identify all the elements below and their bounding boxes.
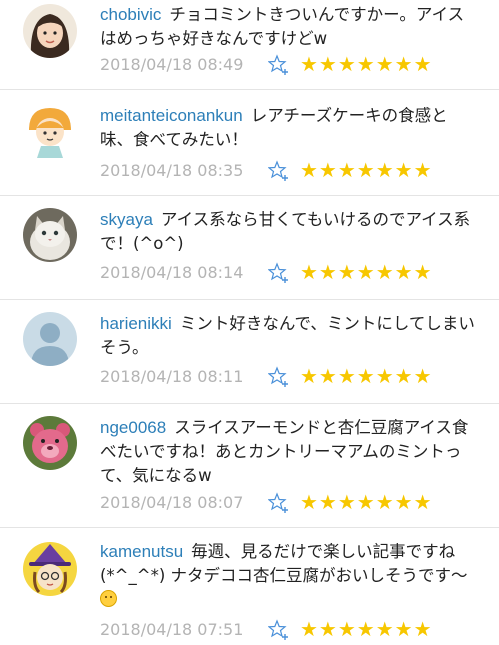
avatar-pink-bear-icon[interactable] <box>23 416 77 470</box>
add-star-icon[interactable] <box>267 54 290 76</box>
timestamp: 2018/04/18 08:35 <box>100 161 244 180</box>
smiley-emoji-icon <box>100 590 117 607</box>
add-star-icon[interactable] <box>267 366 290 388</box>
comment-item: meitanteiconankun レアチーズケーキの食感と味、食べてみたい！ 2… <box>0 90 499 196</box>
comment-body: アイス系なら甘くてもいけるのでアイス系で！(^o^) <box>100 210 471 253</box>
comment-text: skyaya アイス系なら甘くてもいけるのでアイス系で！(^o^) <box>100 208 478 256</box>
username-link[interactable]: kamenutsu <box>100 542 183 561</box>
star-rating: ★★★★★★★ <box>300 364 433 388</box>
star-rating: ★★★★★★★ <box>300 158 433 182</box>
add-star-icon[interactable] <box>267 160 290 182</box>
username-link[interactable]: chobivic <box>100 5 161 24</box>
timestamp: 2018/04/18 08:11 <box>100 367 244 386</box>
avatar-witch-icon[interactable] <box>23 542 77 596</box>
username-link[interactable]: nge0068 <box>100 418 166 437</box>
star-rating: ★★★★★★★ <box>300 617 433 641</box>
comment-text: nge0068 スライスアーモンドと杏仁豆腐アイス食べたいですね！あとカントリーマ… <box>100 416 478 488</box>
avatar-default-icon[interactable] <box>23 312 77 366</box>
avatar-cat-icon[interactable] <box>23 208 77 262</box>
timestamp: 2018/04/18 08:14 <box>100 263 244 282</box>
comment-item: kamenutsu 毎週、見るだけで楽しい記事ですね(*^_^*) ナタデココ杏仁… <box>0 528 499 640</box>
comment-item: chobivic チョコミントきついんですかー。アイスはめっちゃ好きなんですけどw… <box>0 0 499 90</box>
star-rating: ★★★★★★★ <box>300 490 433 514</box>
add-star-icon[interactable] <box>267 492 290 514</box>
comment-item: harienikki ミント好きなんで、ミントにしてしまいそう。 2018/04/… <box>0 300 499 404</box>
avatar-girl-icon[interactable] <box>23 4 77 58</box>
add-star-icon[interactable] <box>267 619 290 641</box>
username-link[interactable]: skyaya <box>100 210 153 229</box>
star-rating: ★★★★★★★ <box>300 52 433 76</box>
username-link[interactable]: meitanteiconankun <box>100 106 243 125</box>
comment-item: nge0068 スライスアーモンドと杏仁豆腐アイス食べたいですね！あとカントリーマ… <box>0 404 499 528</box>
comment-text: harienikki ミント好きなんで、ミントにしてしまいそう。 <box>100 312 478 360</box>
timestamp: 2018/04/18 08:07 <box>100 493 244 512</box>
add-star-icon[interactable] <box>267 262 290 284</box>
comment-text: kamenutsu 毎週、見るだけで楽しい記事ですね(*^_^*) ナタデココ杏仁… <box>100 540 478 612</box>
timestamp: 2018/04/18 07:51 <box>100 620 244 639</box>
timestamp: 2018/04/18 08:49 <box>100 55 244 74</box>
star-rating: ★★★★★★★ <box>300 260 433 284</box>
comment-item: skyaya アイス系なら甘くてもいけるのでアイス系で！(^o^) 2018/04… <box>0 196 499 300</box>
avatar-mushroom-icon[interactable] <box>23 104 77 158</box>
comment-text: chobivic チョコミントきついんですかー。アイスはめっちゃ好きなんですけどw <box>100 3 478 51</box>
comment-text: meitanteiconankun レアチーズケーキの食感と味、食べてみたい！ <box>100 104 478 152</box>
username-link[interactable]: harienikki <box>100 314 172 333</box>
